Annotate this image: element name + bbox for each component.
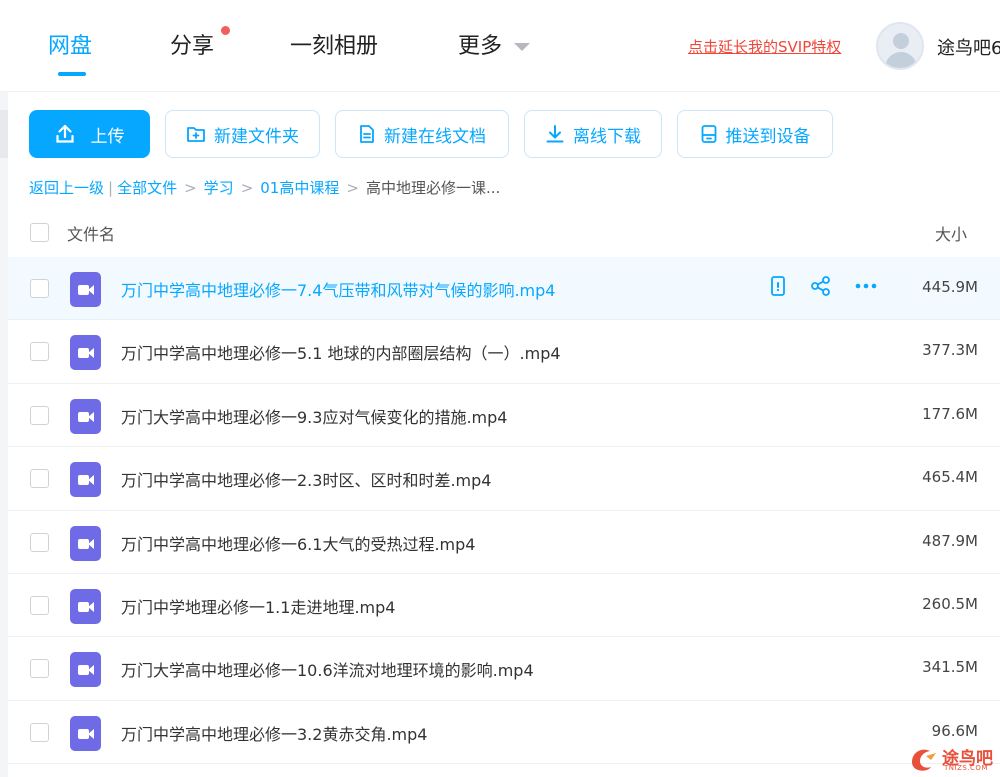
breadcrumb-separator: > (346, 178, 359, 197)
video-icon (70, 335, 101, 371)
username[interactable]: 途鸟吧6 (937, 34, 1000, 60)
file-size: 177.6M (922, 404, 978, 423)
avatar[interactable] (876, 22, 924, 70)
video-icon (70, 588, 101, 624)
tab-share[interactable]: 分享 (170, 30, 214, 64)
table-row[interactable]: 万门中学高中地理必修一5.1 地球的内部圈层结构（一）.mp4 377.3M (8, 320, 1000, 384)
watermark-logo: 途鸟吧 TNIZS.COM (906, 740, 1000, 777)
table-row[interactable]: 万门大学高中地理必修一9.3应对气候变化的措施.mp4 177.6M (8, 384, 1000, 448)
device-icon (701, 125, 716, 143)
breadcrumb-high-school-courses[interactable]: 01高中课程 (260, 177, 339, 198)
row-checkbox[interactable] (30, 342, 49, 362)
row-actions (768, 275, 878, 297)
video-icon (70, 398, 101, 434)
table-row[interactable]: 万门中学高中地理必修一3.2黄赤交角.mp4 96.6M (8, 701, 1000, 765)
chevron-down-icon[interactable] (514, 43, 530, 51)
file-name[interactable]: 万门中学高中地理必修一3.2黄赤交角.mp4 (121, 721, 427, 745)
upload-label: 上传 (90, 126, 125, 147)
active-tab-indicator (58, 72, 86, 76)
watermark-subtext: TNIZS.COM (944, 764, 988, 772)
file-name[interactable]: 万门中学高中地理必修一2.3时区、区时和时差.mp4 (121, 467, 491, 491)
svip-renew-link[interactable]: 点击延长我的SVIP特权 (688, 36, 841, 57)
breadcrumb-separator: > (184, 178, 197, 197)
new-online-doc-label: 新建在线文档 (384, 126, 486, 147)
breadcrumb-study[interactable]: 学习 (204, 177, 234, 198)
download-icon (546, 125, 564, 143)
tab-moment-album[interactable]: 一刻相册 (290, 30, 378, 64)
avatar-body (885, 52, 917, 68)
file-name[interactable]: 万门中学高中地理必修一5.1 地球的内部圈层结构（一）.mp4 (121, 340, 561, 364)
breadcrumb-divider: | (108, 178, 114, 197)
file-size: 260.5M (922, 594, 978, 613)
breadcrumb-back[interactable]: 返回上一级 (29, 177, 104, 198)
file-name[interactable]: 万门大学高中地理必修一9.3应对气候变化的措施.mp4 (121, 404, 507, 428)
left-sidebar-edge (0, 92, 8, 777)
column-header-name[interactable]: 文件名 (67, 221, 115, 245)
breadcrumb: 返回上一级 | 全部文件 > 学习 > 01高中课程 > 高中地理必修一课... (29, 177, 500, 198)
offline-download-label: 离线下载 (573, 126, 641, 147)
new-online-doc-button[interactable]: 新建在线文档 (335, 110, 509, 158)
phone-icon[interactable] (768, 275, 788, 297)
file-size: 487.9M (922, 531, 978, 550)
file-size: 377.3M (922, 341, 978, 360)
table-row[interactable]: 万门中学高中地理必修一6.1大气的受热过程.mp4 487.9M (8, 511, 1000, 574)
video-icon (70, 272, 101, 307)
share-icon[interactable] (810, 275, 832, 297)
table-row[interactable]: 万门大学高中地理必修一10.6洋流对地理环境的影响.mp4 341.5M (8, 637, 1000, 701)
file-size: 96.6M (931, 721, 978, 740)
push-to-device-label: 推送到设备 (725, 126, 811, 147)
row-checkbox[interactable] (30, 659, 49, 679)
folder-plus-icon (187, 127, 205, 142)
upload-button[interactable]: 上传 (29, 110, 150, 158)
select-all-checkbox[interactable] (30, 223, 49, 242)
tab-netdisk[interactable]: 网盘 (48, 30, 92, 64)
push-to-device-button[interactable]: 推送到设备 (677, 110, 833, 158)
offline-download-button[interactable]: 离线下载 (524, 110, 662, 158)
top-navigation: 网盘 分享 一刻相册 更多 点击延长我的SVIP特权 途鸟吧6 (0, 0, 1000, 92)
avatar-head (893, 33, 909, 49)
new-folder-button[interactable]: 新建文件夹 (165, 110, 320, 158)
row-checkbox[interactable] (30, 279, 49, 298)
file-name[interactable]: 万门中学高中地理必修一6.1大气的受热过程.mp4 (121, 531, 475, 555)
breadcrumb-separator: > (240, 178, 254, 197)
column-header-size[interactable]: 大小 (935, 221, 967, 245)
left-sidebar-edge-highlight (0, 110, 8, 158)
more-icon[interactable] (854, 275, 878, 297)
share-notification-dot (221, 26, 230, 35)
upload-icon (55, 124, 74, 143)
file-name[interactable]: 万门中学地理必修一1.1走进地理.mp4 (121, 594, 395, 618)
file-list: 万门中学高中地理必修一7.4气压带和风带对气候的影响.mp4 445.9M 万门… (8, 257, 1000, 765)
row-checkbox[interactable] (30, 595, 49, 615)
file-size: 445.9M (922, 278, 978, 296)
bird-logo-icon (912, 749, 936, 771)
table-row[interactable]: 万门中学高中地理必修一2.3时区、区时和时差.mp4 465.4M (8, 447, 1000, 511)
file-name[interactable]: 万门大学高中地理必修一10.6洋流对地理环境的影响.mp4 (121, 657, 534, 681)
tab-more[interactable]: 更多 (458, 30, 502, 64)
row-checkbox[interactable] (30, 722, 49, 742)
file-name[interactable]: 万门中学高中地理必修一7.4气压带和风带对气候的影响.mp4 (121, 277, 555, 301)
row-checkbox[interactable] (30, 532, 49, 552)
row-checkbox[interactable] (30, 405, 49, 425)
breadcrumb-all-files[interactable]: 全部文件 (117, 177, 177, 198)
breadcrumb-current: 高中地理必修一课... (365, 179, 501, 197)
file-size: 341.5M (922, 658, 978, 677)
new-folder-label: 新建文件夹 (214, 126, 299, 147)
video-icon (70, 462, 101, 498)
file-table-header: 文件名 大小 (8, 210, 1000, 256)
file-size: 465.4M (922, 468, 978, 487)
row-checkbox[interactable] (30, 469, 49, 489)
video-icon (70, 525, 101, 561)
table-row[interactable]: 万门中学高中地理必修一7.4气压带和风带对气候的影响.mp4 445.9M (8, 257, 1000, 321)
document-icon (360, 125, 374, 143)
video-icon (70, 652, 101, 688)
video-icon (70, 715, 101, 751)
table-row[interactable]: 万门中学地理必修一1.1走进地理.mp4 260.5M (8, 574, 1000, 638)
